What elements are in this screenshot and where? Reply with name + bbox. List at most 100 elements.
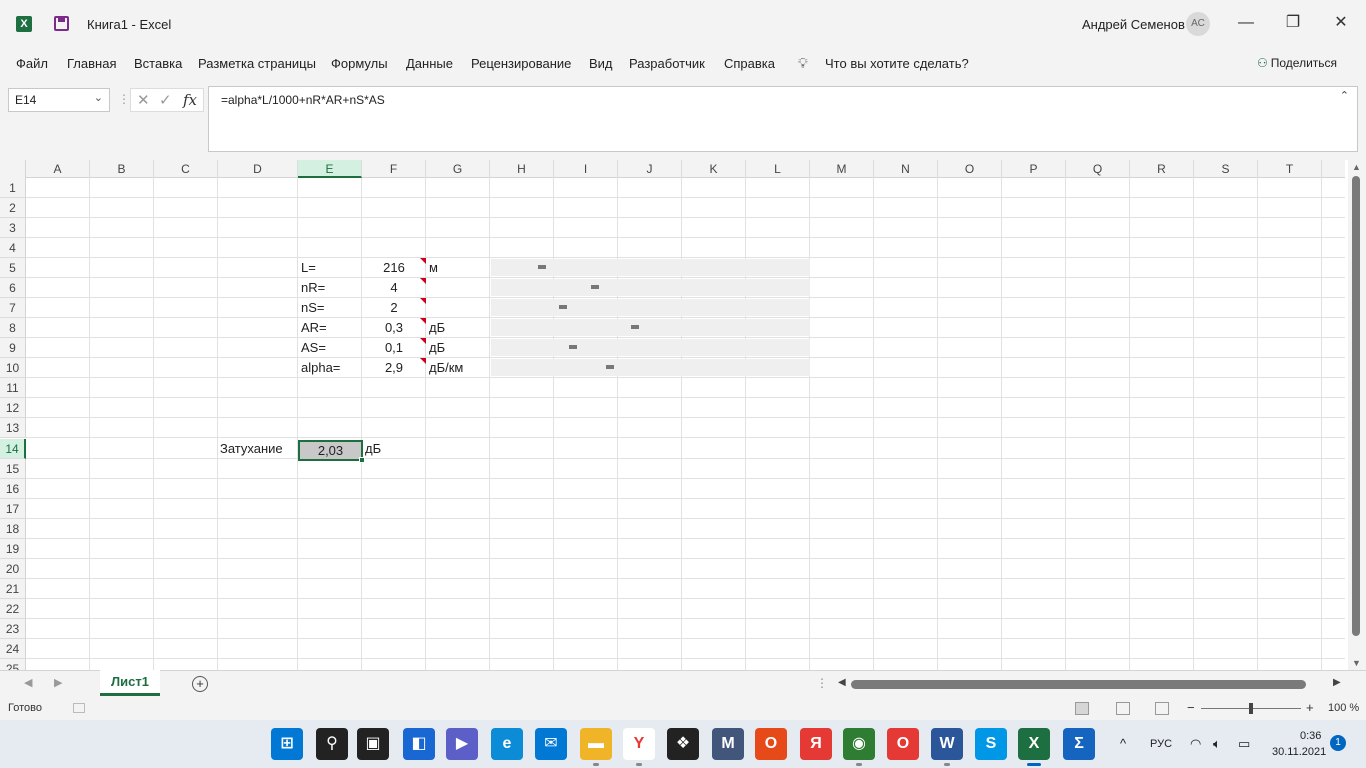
taskbar-skype-icon[interactable]: S [975,728,1007,760]
row-header-20[interactable]: 20 [0,559,26,579]
sheet-tab-list1[interactable]: Лист1 [100,670,160,696]
clock-time[interactable]: 0:36 [1300,730,1321,742]
comment-indicator-icon[interactable] [420,318,426,324]
row-header-10[interactable]: 10 [0,358,26,378]
row-header-17[interactable]: 17 [0,499,26,519]
tab-page-layout[interactable]: Разметка страницы [198,56,316,71]
comment-indicator-icon[interactable] [420,298,426,304]
column-header-t[interactable]: T [1258,160,1322,178]
column-header-o[interactable]: O [938,160,1002,178]
enter-icon[interactable]: ✓ [159,91,172,109]
row-header-12[interactable]: 12 [0,398,26,418]
scroll-left-icon[interactable]: ◀ [838,677,846,688]
column-header-q[interactable]: Q [1066,160,1130,178]
row-header-16[interactable]: 16 [0,479,26,499]
row-header-14[interactable]: 14 [0,439,26,459]
row-header-11[interactable]: 11 [0,378,26,398]
next-sheet-icon[interactable]: ▶ [54,676,62,689]
column-header-d[interactable]: D [218,160,298,178]
taskbar-geogebra-icon[interactable]: ◉ [843,728,875,766]
row-header-18[interactable]: 18 [0,519,26,539]
column-header-a[interactable]: A [26,160,90,178]
column-header-h[interactable]: H [490,160,554,178]
formula-input[interactable]: =alpha*L/1000+nR*AR+nS*AS ⌃ [208,86,1358,152]
column-header-p[interactable]: P [1002,160,1066,178]
row-header-23[interactable]: 23 [0,619,26,639]
row-header-6[interactable]: 6 [0,278,26,298]
param-unit[interactable]: дБ [429,318,445,338]
param-label[interactable]: AS= [301,338,326,358]
comment-indicator-icon[interactable] [420,338,426,344]
scrollbar-control-thumb[interactable] [569,345,577,349]
zoom-in-button[interactable]: + [1306,700,1314,715]
param-unit[interactable]: дБ [429,338,445,358]
maximize-button[interactable]: ❐ [1278,8,1308,38]
row-header-1[interactable]: 1 [0,178,26,198]
tab-formulas[interactable]: Формулы [331,56,388,71]
param-value[interactable]: 2,9 [362,358,426,378]
name-box[interactable]: E14 ⌄ [8,88,110,112]
scrollbar-control-thumb[interactable] [559,305,567,309]
param-label[interactable]: nR= [301,278,325,298]
volume-icon[interactable]: 🔈︎ [1213,736,1221,752]
taskbar-mathtype-icon[interactable]: Σ [1063,728,1095,760]
row-header-25[interactable]: 25 [0,659,26,670]
result-label[interactable]: Затухание [220,439,283,459]
row-header-5[interactable]: 5 [0,258,26,278]
collapse-formula-bar-icon[interactable]: ⌃ [1340,89,1349,102]
column-header-n[interactable]: N [874,160,938,178]
result-unit[interactable]: дБ [365,439,381,459]
column-header-e[interactable]: E [298,160,362,178]
cancel-icon[interactable]: ✕ [137,91,150,109]
avatar[interactable]: АС [1186,12,1210,36]
select-all-button[interactable] [0,160,26,178]
comment-indicator-icon[interactable] [420,358,426,364]
scrollbar-control-5[interactable] [491,339,810,356]
taskbar-opera-icon[interactable]: O [887,728,919,760]
taskbar-excel-icon[interactable]: X [1018,728,1050,766]
close-button[interactable]: ✕ [1326,8,1356,38]
zoom-out-button[interactable]: − [1187,700,1195,715]
param-label[interactable]: AR= [301,318,327,338]
add-sheet-button[interactable]: + [192,676,208,692]
input-language[interactable]: РУС [1150,738,1172,750]
row-header-21[interactable]: 21 [0,579,26,599]
scroll-down-icon[interactable]: ▼ [1352,658,1361,668]
row-header-4[interactable]: 4 [0,238,26,258]
row-header-13[interactable]: 13 [0,418,26,438]
options-dots-icon[interactable]: ⋮ [816,676,828,690]
zoom-slider-thumb[interactable] [1249,703,1253,714]
taskbar-office-icon[interactable]: O [755,728,787,760]
normal-view-icon[interactable] [1075,702,1089,715]
row-header-24[interactable]: 24 [0,639,26,659]
param-label[interactable]: nS= [301,298,325,318]
scrollbar-control-6[interactable] [491,359,810,376]
tab-home[interactable]: Главная [67,56,116,71]
chevron-down-icon[interactable]: ⌄ [94,91,103,104]
scrollbar-control-thumb[interactable] [631,325,639,329]
minimize-button[interactable]: — [1231,8,1261,38]
comment-indicator-icon[interactable] [420,278,426,284]
tab-file[interactable]: Файл [16,56,48,71]
param-value[interactable]: 0,3 [362,318,426,338]
column-header-m[interactable]: M [810,160,874,178]
param-value[interactable]: 216 [362,258,426,278]
row-header-3[interactable]: 3 [0,218,26,238]
clock-date[interactable]: 30.11.2021 [1272,746,1326,758]
comment-indicator-icon[interactable] [420,258,426,264]
tab-data[interactable]: Данные [406,56,453,71]
page-break-view-icon[interactable] [1155,702,1169,715]
row-header-22[interactable]: 22 [0,599,26,619]
tab-developer[interactable]: Разработчик [629,56,705,71]
row-header-2[interactable]: 2 [0,198,26,218]
more-options-icon[interactable]: ⋮ [118,92,130,106]
column-header-j[interactable]: J [618,160,682,178]
column-header-l[interactable]: L [746,160,810,178]
user-name[interactable]: Андрей Семенов [1082,17,1185,32]
param-label[interactable]: alpha= [301,358,340,378]
worksheet-grid[interactable]: ABCDEFGHIJKLMNOPQRST 1 2 3 4 5 6 7 8 9 10 11 12 13 14… [0,160,1366,670]
tab-view[interactable]: Вид [589,56,613,71]
notifications-badge[interactable]: 1 [1330,735,1346,751]
param-value[interactable]: 0,1 [362,338,426,358]
column-header-s[interactable]: S [1194,160,1258,178]
